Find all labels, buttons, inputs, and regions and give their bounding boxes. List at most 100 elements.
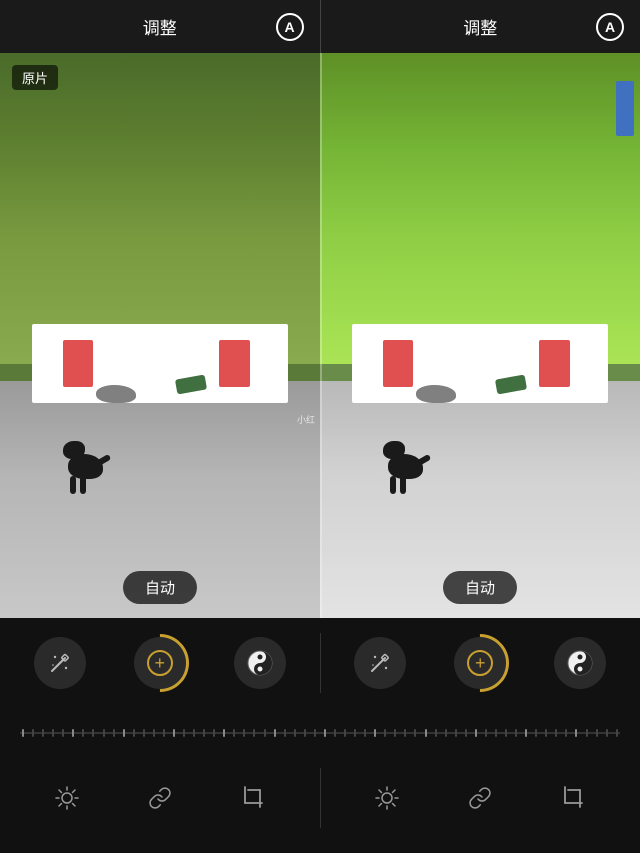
- dog-leg1: [70, 476, 76, 494]
- slider-dot: [92, 729, 94, 737]
- slider-dot: [435, 729, 437, 737]
- slider-dot: [103, 729, 105, 737]
- slider-dot: [193, 729, 195, 737]
- bottom-toolbar: +: [0, 618, 640, 853]
- slider-dot: [606, 729, 608, 737]
- wand-icon: [47, 650, 73, 676]
- slider-dot: [143, 729, 145, 737]
- right-rocks: [416, 385, 456, 403]
- slider-dot: [243, 729, 245, 737]
- slider-dot: [304, 729, 306, 737]
- blue-sign: [616, 81, 634, 136]
- sun-icon-2: [374, 785, 400, 811]
- slider-dot: [264, 729, 266, 737]
- link-button-2[interactable]: [462, 780, 498, 816]
- right-image-panel[interactable]: 自动: [320, 53, 640, 618]
- sun-icon: [54, 785, 80, 811]
- slider-dot: [203, 729, 205, 737]
- plus-circle-icon: +: [147, 650, 173, 676]
- auto-enhance-button-2[interactable]: [354, 637, 406, 689]
- slider-dot: [62, 729, 64, 737]
- left-header: 调整 A: [0, 0, 320, 53]
- right-auto-button[interactable]: 自动: [443, 571, 517, 604]
- left-auto-button[interactable]: 自动: [123, 571, 197, 604]
- link-icon: [148, 786, 172, 810]
- dog-leg2: [80, 476, 86, 494]
- link-icon-2: [468, 786, 492, 810]
- slider-dot: [505, 729, 507, 737]
- right-greenery: [320, 53, 640, 364]
- right-icon-row: +: [321, 637, 640, 689]
- wand-icon-2: [367, 650, 393, 676]
- slider-dot: [32, 729, 34, 737]
- auto-enhance-button[interactable]: [34, 637, 86, 689]
- slider-dot: [475, 729, 477, 737]
- sun-button-2[interactable]: [369, 780, 405, 816]
- bottom-icons-row: [0, 758, 640, 838]
- slider-dot: [616, 729, 618, 737]
- slider-dot: [253, 729, 255, 737]
- slider-dot: [183, 729, 185, 737]
- slider-dot: [575, 729, 577, 737]
- right-photo: [320, 53, 640, 618]
- slider-dot: [233, 729, 235, 737]
- slider-dot: [364, 729, 366, 737]
- link-button[interactable]: [142, 780, 178, 816]
- slider-dot: [173, 729, 175, 737]
- left-logo-icon[interactable]: A: [276, 13, 304, 41]
- slider-row[interactable]: [0, 708, 640, 758]
- left-icon-row: +: [0, 637, 320, 689]
- slider-dot: [525, 729, 527, 737]
- right-dog: [378, 424, 433, 494]
- slider-dot: [414, 729, 416, 737]
- slider-dot: [223, 729, 225, 737]
- panel-divider: [320, 53, 322, 618]
- right-header: 调整 A: [321, 0, 640, 53]
- slider-dot: [545, 729, 547, 737]
- slider-dot: [123, 729, 125, 737]
- slider-dot: [52, 729, 54, 737]
- watermark: 小红: [297, 413, 315, 426]
- slider-dot: [394, 729, 396, 737]
- slider-dot: [72, 729, 74, 737]
- right-logo-icon[interactable]: A: [596, 13, 624, 41]
- slider-dot: [113, 729, 115, 737]
- top-bar: 调整 A 调整 A: [0, 0, 640, 53]
- right-bottom-icons: [321, 780, 640, 816]
- left-greenery: [0, 53, 320, 364]
- slider-dot: [384, 729, 386, 737]
- sun-button[interactable]: [49, 780, 85, 816]
- slider-dot: [163, 729, 165, 737]
- slider-dot: [153, 729, 155, 737]
- crop-button-2[interactable]: [555, 780, 591, 816]
- slider-dot: [354, 729, 356, 737]
- left-rocks: [96, 385, 136, 403]
- left-bottom-icons: [0, 780, 320, 816]
- left-title: 调整: [143, 14, 177, 39]
- slider-dot: [324, 729, 326, 737]
- plus-circle-icon-2: +: [467, 650, 493, 676]
- left-photo: [0, 53, 320, 618]
- slider-dot: [334, 729, 336, 737]
- slider-dot: [596, 729, 598, 737]
- slider-dot: [425, 729, 427, 737]
- right-title: 调整: [463, 14, 497, 39]
- left-image-panel[interactable]: 原片 小红 自动: [0, 53, 320, 618]
- left-dog: [58, 424, 113, 494]
- crop-button[interactable]: [235, 780, 271, 816]
- right-barrier: [352, 324, 608, 403]
- slider-dot: [555, 729, 557, 737]
- slider-dot: [465, 729, 467, 737]
- right-dog-leg2: [400, 476, 406, 494]
- crop-icon-2: [560, 785, 586, 811]
- brightness-button-2[interactable]: +: [454, 637, 506, 689]
- tone-curve-button-2[interactable]: [554, 637, 606, 689]
- tone-curve-button[interactable]: [234, 637, 286, 689]
- brightness-button[interactable]: +: [134, 637, 186, 689]
- slider-dot: [82, 729, 84, 737]
- slider-dot: [565, 729, 567, 737]
- slider-dot: [314, 729, 316, 737]
- slider-dot: [42, 729, 44, 737]
- slider-dot: [404, 729, 406, 737]
- slider-track[interactable]: [20, 732, 620, 734]
